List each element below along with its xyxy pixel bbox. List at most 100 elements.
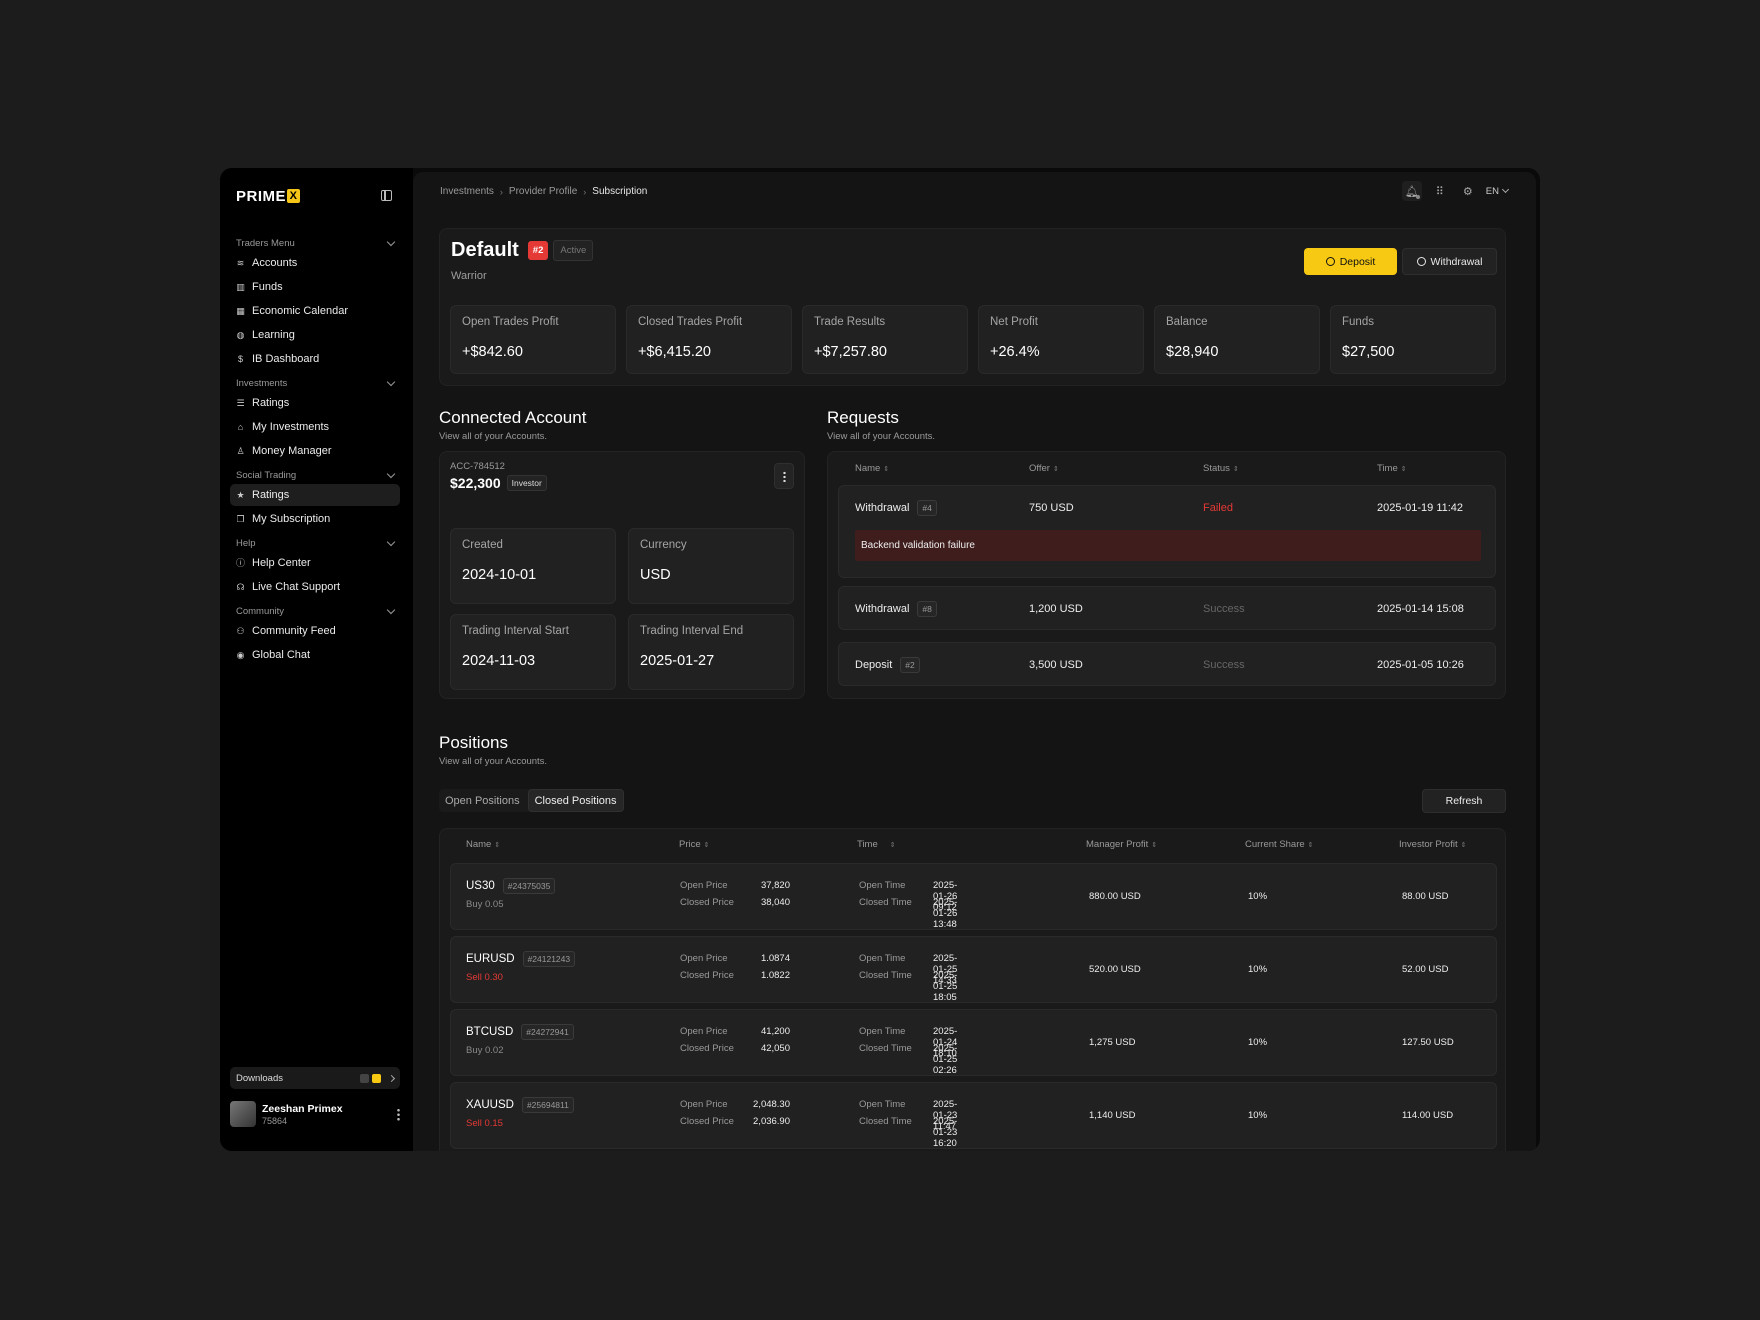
nav-section-help[interactable]: Help bbox=[230, 536, 400, 550]
apps-grid-icon[interactable]: ⠿ bbox=[1430, 181, 1450, 201]
language-selector[interactable]: EN bbox=[1485, 185, 1510, 197]
column-manager-profit[interactable]: Manager Profit ⇕ bbox=[1086, 839, 1157, 850]
chart-icon: ▥ bbox=[236, 281, 245, 292]
account-id: ACC-784512 bbox=[450, 461, 505, 472]
chevron-down-icon bbox=[386, 377, 396, 386]
withdrawal-button[interactable]: Withdrawal bbox=[1402, 248, 1497, 275]
subscription-summary: Default #2 Active Warrior Deposit Withdr… bbox=[439, 228, 1506, 386]
headset-icon: ☊ bbox=[236, 581, 245, 592]
current-share: 10% bbox=[1248, 891, 1268, 902]
investor-profit: 127.50 USD bbox=[1402, 1037, 1454, 1048]
breadcrumb-investments[interactable]: Investments bbox=[440, 186, 494, 197]
request-row[interactable]: Withdrawal #8 1,200 USD Success 2025-01-1… bbox=[838, 586, 1496, 630]
sidebar-item-global-chat[interactable]: ◉ Global Chat bbox=[230, 644, 400, 666]
position-side: Sell 0.30 bbox=[466, 972, 503, 983]
kv-value: 2025-01-26 13:48 bbox=[933, 897, 958, 930]
refresh-button[interactable]: Refresh bbox=[1422, 789, 1506, 813]
kv-label: Open Time bbox=[859, 1026, 906, 1037]
list-icon: ☰ bbox=[236, 397, 245, 408]
sidebar-item-live-chat-support[interactable]: ☊ Live Chat Support bbox=[230, 576, 400, 598]
breadcrumb: Investments › Provider Profile › Subscri… bbox=[440, 186, 647, 197]
detail-interval-end: Trading Interval End 2025-01-27 bbox=[628, 614, 794, 690]
downloads-button[interactable]: Downloads bbox=[230, 1067, 400, 1089]
nav-section-investments[interactable]: Investments bbox=[230, 376, 400, 390]
tab-open-positions[interactable]: Open Positions bbox=[439, 789, 526, 812]
sidebar-item-funds[interactable]: ▥ Funds bbox=[230, 276, 400, 298]
stat-funds: Funds $27,500 bbox=[1330, 305, 1496, 374]
stat-value: +$842.60 bbox=[462, 344, 523, 360]
manager-icon: ♙ bbox=[236, 445, 245, 456]
language-label: EN bbox=[1485, 185, 1499, 197]
sidebar-item-label: Help Center bbox=[252, 557, 311, 569]
column-investor-profit[interactable]: Investor Profit ⇕ bbox=[1399, 839, 1466, 850]
column-time[interactable]: Time ⇕ bbox=[1377, 463, 1536, 474]
notification-bell-icon[interactable]: 🔔︎ bbox=[1401, 181, 1422, 201]
bank-icon: ⌂ bbox=[237, 421, 244, 432]
closed-time: Closed Time 2025-01-23 16:20 bbox=[859, 1116, 957, 1149]
nav-section-community[interactable]: Community bbox=[230, 604, 400, 618]
column-label: Status bbox=[1203, 463, 1230, 474]
sidebar-item-social-ratings[interactable]: ★ Ratings bbox=[230, 484, 400, 506]
sidebar-item-help-center[interactable]: ⓘ Help Center bbox=[230, 552, 400, 574]
nav-section-social-trading[interactable]: Social Trading bbox=[230, 468, 400, 482]
sidebar-item-money-manager[interactable]: ♙ Money Manager bbox=[230, 440, 400, 462]
logo[interactable]: PRIME X bbox=[236, 188, 301, 205]
request-offer: 750 USD bbox=[1029, 502, 1074, 514]
account-more-button[interactable] bbox=[774, 463, 794, 489]
request-name: Withdrawal bbox=[855, 502, 910, 514]
positions-tabs: Open Positions Closed Positions bbox=[439, 789, 624, 812]
request-row[interactable]: Deposit #2 3,500 USD Success 2025-01-05 1… bbox=[838, 642, 1496, 686]
open-time: Open Time 2025-01-26 09:12 bbox=[859, 880, 957, 913]
nav-section-traders[interactable]: Traders Menu bbox=[230, 236, 400, 250]
position-row[interactable]: US30 #24375035 Buy 0.05 Open Price 37,820 … bbox=[450, 863, 1497, 930]
stat-label: Balance bbox=[1166, 316, 1208, 328]
sidebar-item-label: Community Feed bbox=[252, 625, 336, 637]
settings-gear-icon[interactable]: ⚙ bbox=[1458, 181, 1478, 201]
tab-closed-positions[interactable]: Closed Positions bbox=[527, 789, 624, 812]
column-current-share[interactable]: Current Share ⇕ bbox=[1245, 839, 1314, 850]
column-label: Manager Profit bbox=[1086, 839, 1149, 850]
column-name[interactable]: Name ⇕ bbox=[466, 839, 500, 850]
sidebar-item-accounts[interactable]: ≋ Accounts bbox=[230, 252, 400, 274]
sort-icon: ⇕ bbox=[1400, 466, 1407, 473]
sidebar-toggle-icon[interactable] bbox=[381, 190, 392, 201]
sidebar-item-ratings[interactable]: ☰ Ratings bbox=[230, 392, 400, 414]
kv-value: 1.0822 bbox=[760, 970, 790, 981]
column-price[interactable]: Price ⇕ bbox=[679, 839, 710, 850]
sidebar-item-label: Live Chat Support bbox=[252, 581, 341, 593]
kv-label: Closed Price bbox=[680, 1116, 734, 1127]
request-row[interactable]: Withdrawal #4 750 USD Failed 2025-01-19 1… bbox=[838, 485, 1496, 578]
position-row[interactable]: XAUUSD #25694811 Sell 0.15 Open Price 2,04… bbox=[450, 1082, 1497, 1149]
sidebar-item-my-subscription[interactable]: ❐ My Subscription bbox=[230, 508, 400, 530]
sidebar-item-my-investments[interactable]: ⌂ My Investments bbox=[230, 416, 400, 438]
breadcrumb-provider-profile[interactable]: Provider Profile bbox=[509, 186, 577, 197]
detail-label: Trading Interval Start bbox=[462, 625, 569, 637]
kv-value: 2,036.90 bbox=[753, 1116, 790, 1127]
user-profile[interactable]: Zeeshan Primex 75864 bbox=[230, 1100, 400, 1128]
sidebar-item-economic-calendar[interactable]: ▦ Economic Calendar bbox=[230, 300, 400, 322]
calendar-icon: ▦ bbox=[236, 305, 245, 316]
position-side: Buy 0.05 bbox=[466, 899, 504, 910]
position-row[interactable]: BTCUSD #24272941 Buy 0.02 Open Price 41,20… bbox=[450, 1009, 1497, 1076]
downloads-label: Downloads bbox=[236, 1072, 283, 1084]
symbol-label: BTCUSD bbox=[466, 1026, 514, 1038]
column-status[interactable]: Status ⇕ bbox=[1203, 463, 1377, 474]
deposit-button[interactable]: Deposit bbox=[1304, 248, 1397, 275]
requests-title: Requests bbox=[827, 408, 899, 427]
more-vertical-icon bbox=[782, 470, 786, 482]
sidebar-item-community-feed[interactable]: ⚇ Community Feed bbox=[230, 620, 400, 642]
request-name: Deposit bbox=[855, 659, 893, 671]
request-name: Withdrawal bbox=[855, 603, 910, 615]
stat-net-profit: Net Profit +26.4% bbox=[978, 305, 1144, 374]
sidebar-item-ib-dashboard[interactable]: $ IB Dashboard bbox=[230, 348, 400, 370]
sort-icon: ⇕ bbox=[883, 466, 890, 473]
position-symbol: XAUUSD #25694811 bbox=[466, 1097, 574, 1113]
user-menu-icon[interactable] bbox=[397, 1107, 400, 1121]
position-row[interactable]: EURUSD #24121243 Sell 0.30 Open Price 1.08… bbox=[450, 936, 1497, 1003]
connected-account-title: Connected Account bbox=[439, 408, 587, 427]
sidebar-item-learning[interactable]: ◍ Learning bbox=[230, 324, 400, 346]
column-time[interactable]: Time ⇕ bbox=[857, 839, 896, 850]
position-side: Sell 0.15 bbox=[466, 1118, 503, 1129]
column-offer[interactable]: Offer ⇕ bbox=[1029, 463, 1203, 474]
column-name[interactable]: Name ⇕ bbox=[855, 463, 1029, 474]
